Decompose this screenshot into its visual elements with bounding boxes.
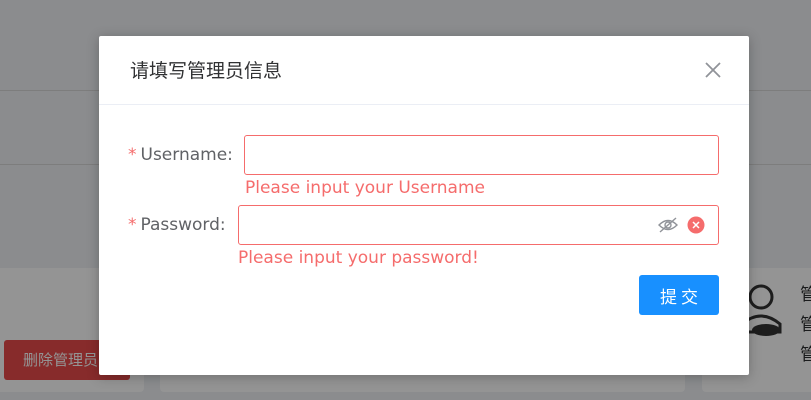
required-asterisk: * <box>128 215 137 235</box>
submit-button[interactable]: 提交 <box>639 275 719 315</box>
clear-icon[interactable] <box>687 216 705 234</box>
password-input-wrapper <box>238 205 719 245</box>
dialog-title: 请填写管理员信息 <box>130 60 283 82</box>
username-error-message: Please input your Username <box>245 178 485 198</box>
username-input-wrapper <box>244 135 719 175</box>
password-input[interactable] <box>239 206 649 242</box>
password-label-text: Password: <box>140 215 226 235</box>
admin-info-dialog: 请填写管理员信息 * Username: Please input your Us… <box>99 36 749 375</box>
close-icon[interactable] <box>703 60 723 80</box>
password-label: * Password: <box>128 205 226 245</box>
username-label-text: Username: <box>140 145 233 165</box>
username-input[interactable] <box>245 136 718 172</box>
dialog-header: 请填写管理员信息 <box>99 36 749 105</box>
eye-hidden-icon[interactable] <box>657 216 679 234</box>
username-label: * Username: <box>128 135 233 175</box>
required-asterisk: * <box>128 145 137 165</box>
page: 删除管理员 管 管 管 请填写管理员信息 * Username: Please … <box>0 0 811 400</box>
password-error-message: Please input your password! <box>238 248 479 268</box>
